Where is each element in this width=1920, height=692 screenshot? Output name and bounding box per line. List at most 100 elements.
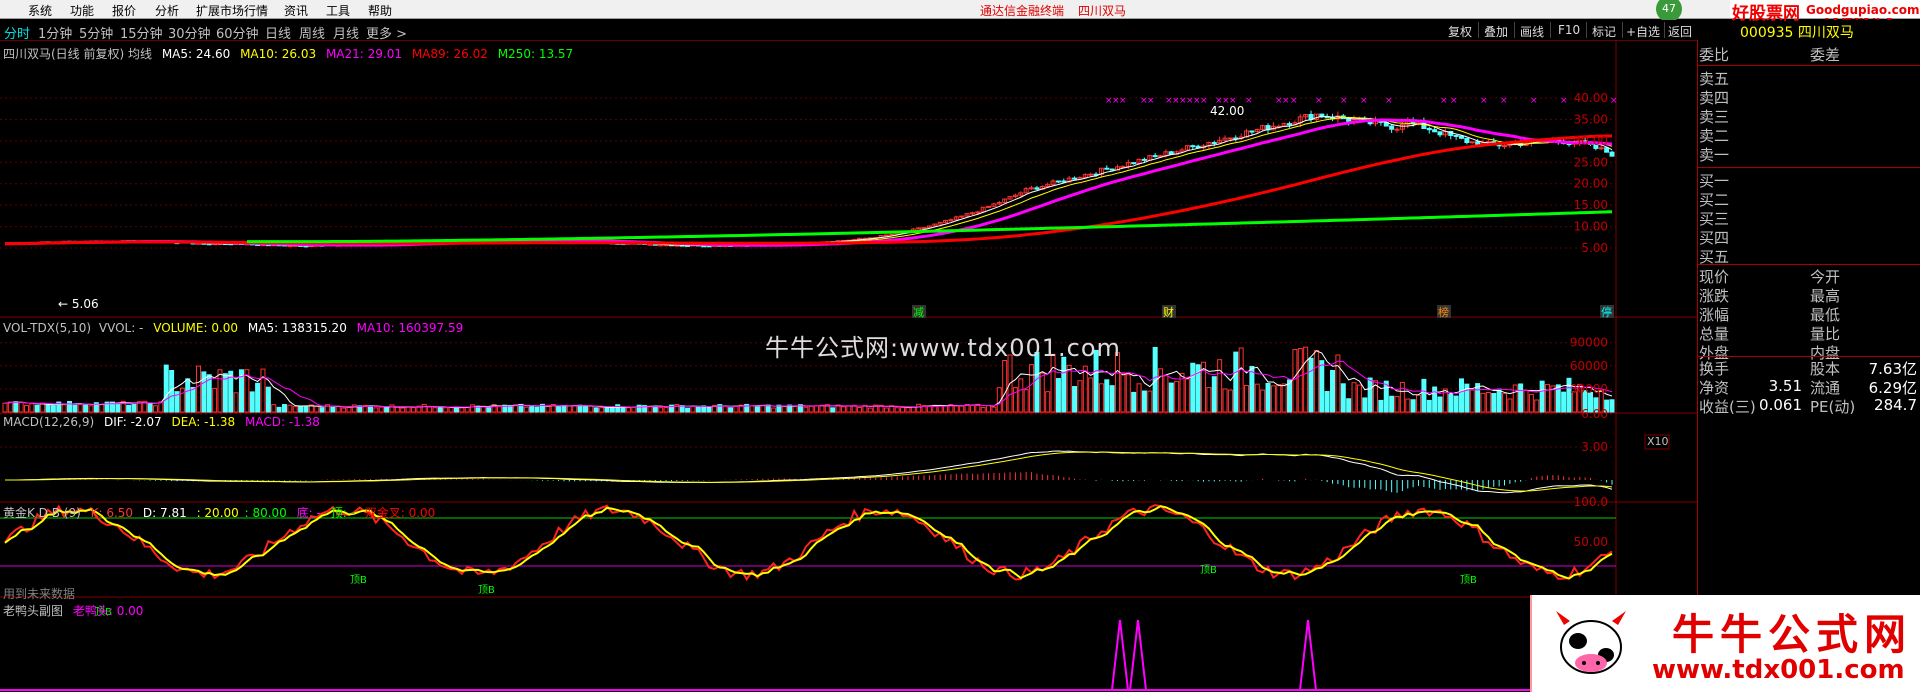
volume-bar: [1367, 377, 1373, 413]
chart-area[interactable]: 42.00← 5.06× × × × × × × × × × × × × × × × × × × × × × × × × × × × ×…: [0, 40, 1697, 692]
volume-bar: [695, 406, 701, 413]
promo-stock-name[interactable]: 四川双马: [1078, 2, 1126, 19]
volume-bar: [1324, 391, 1330, 413]
signal-marker: ×: [1119, 96, 1127, 106]
volume-bar: [341, 407, 347, 413]
volume-bar: [330, 406, 336, 413]
line20-label: : 20.00: [196, 506, 239, 520]
volume-bar: [1217, 359, 1223, 413]
k-label: K: 6.50: [90, 506, 134, 520]
stat-row-0-label2: 股本: [1810, 360, 1841, 378]
main-y-tick: 15.00: [1574, 198, 1608, 212]
menu-info[interactable]: 资讯: [284, 2, 308, 19]
volume-bar: [631, 406, 637, 413]
mark-button[interactable]: 标记: [1592, 23, 1616, 40]
volume-bar: [319, 407, 325, 413]
signal-marker: ×: [1530, 96, 1538, 106]
signal-marker: ×: [1610, 96, 1618, 106]
candle-body: [1287, 123, 1293, 126]
candlestick-chart[interactable]: 42.00← 5.06× × × × × × × × × × × × × × × × × × × × × × × × × × × × ×…: [4, 96, 1618, 319]
f10-button[interactable]: F10: [1558, 23, 1580, 37]
candle-body: [1088, 173, 1094, 176]
vol-y-tick: 90000: [1570, 336, 1608, 350]
menu-help[interactable]: 帮助: [368, 2, 392, 19]
volume-bar: [1416, 394, 1422, 413]
menu-function[interactable]: 功能: [70, 2, 94, 19]
candle-body: [1469, 141, 1475, 144]
overlay-button[interactable]: 叠加: [1484, 23, 1508, 40]
volume-bar: [394, 406, 400, 413]
buy-level-4-label: 买四: [1699, 229, 1730, 247]
back-button[interactable]: 返回: [1668, 23, 1692, 40]
adjust-button[interactable]: 复权: [1448, 23, 1472, 40]
menu-system[interactable]: 系统: [28, 2, 52, 19]
signal-marker: ×: [1440, 96, 1448, 106]
stat-row-2: 收益(三) 0.061 PE(动) 284.7: [1698, 396, 1920, 416]
quote-row-3-label: 总量: [1699, 325, 1730, 343]
volume-bar: [1319, 360, 1325, 413]
stat-row-0: 换手 股本 7.63亿: [1698, 358, 1920, 378]
volume-bar: [733, 405, 739, 413]
corner-watermark: 牛牛公式网 www.tdx001.com: [1530, 595, 1920, 692]
signal-marker: ×: [1450, 96, 1458, 106]
volume-bar: [685, 407, 691, 413]
signal-marker: ×: [1200, 96, 1208, 106]
logo-domain: Goodgupiao.com: [1806, 3, 1920, 17]
candle-body: [1502, 145, 1508, 148]
volume-bar: [13, 401, 19, 413]
menu-tools[interactable]: 工具: [326, 2, 350, 19]
volume-bar: [281, 404, 287, 413]
volume-bar: [1389, 395, 1395, 413]
period-toolbar: 分时 1分钟 5分钟 15分钟 30分钟 60分钟 日线 周线 月线 更多 > …: [0, 20, 1697, 42]
quote-row-2: 涨幅 最低: [1698, 304, 1920, 324]
volume-bar: [1480, 392, 1486, 413]
buy-level-3-label: 买三: [1699, 210, 1730, 228]
volume-bar: [830, 407, 836, 413]
ma21-label: MA21: 29.01: [325, 47, 402, 61]
sell-level-2-label: 卖二: [1699, 127, 1730, 145]
kdj-chart[interactable]: 顶B顶B顶B顶B顶B: [0, 504, 1616, 618]
volume-bar: [1609, 399, 1615, 413]
main-y-tick: 20.00: [1574, 177, 1608, 191]
volume-bar: [1351, 382, 1357, 413]
volume-bar: [152, 405, 158, 413]
volume-bar: [754, 405, 760, 413]
volume-bar: [1485, 392, 1491, 413]
wei-row: 委比 委差: [1698, 44, 1920, 64]
candle-body: [287, 245, 293, 248]
volume-bar: [314, 405, 320, 413]
volume-bar: [448, 406, 454, 413]
add-watchlist-button[interactable]: +自选: [1626, 23, 1660, 40]
kdj-y-tick: 50.00: [1574, 535, 1608, 549]
volume-bar: [1432, 386, 1438, 413]
promo-terminal[interactable]: 通达信金融终端: [980, 2, 1064, 19]
volume-bar: [400, 407, 406, 413]
stat-row-2-label2: PE(动): [1810, 398, 1856, 416]
buy-level-1: 买一: [1698, 170, 1920, 190]
duck-head-chart[interactable]: [0, 619, 1616, 691]
volume-bar: [604, 406, 610, 413]
volume-bar: [77, 403, 83, 413]
logo-box: 好股票网 Goodgupiao.com: [1730, 0, 1920, 24]
sell-level-5-label: 卖五: [1699, 70, 1730, 88]
volume-bar: [1184, 378, 1190, 413]
stat-row-0-value2: 7.63亿: [1868, 360, 1917, 378]
volume-bar: [1405, 398, 1411, 413]
macd-chart[interactable]: [4, 450, 1613, 494]
weibi-label: 委比: [1699, 46, 1730, 64]
draw-line-button[interactable]: 画线: [1520, 23, 1544, 40]
menu-extended-market[interactable]: 扩展市场行情: [196, 2, 268, 19]
sell-level-3: 卖三: [1698, 106, 1920, 126]
volume-bar: [88, 405, 94, 413]
main-chart-title: 四川双马(日线 前复权) 均线: [3, 47, 152, 61]
menu-analysis[interactable]: 分析: [155, 2, 179, 19]
menu-quote[interactable]: 报价: [112, 2, 136, 19]
quote-row-2-label: 涨幅: [1699, 306, 1730, 324]
signal-marker: ×: [1340, 96, 1348, 106]
volume-bar: [1211, 376, 1217, 413]
volume-bar: [1437, 396, 1443, 413]
volume-bar: [1018, 378, 1024, 413]
volume-bar: [625, 407, 631, 413]
volume-bar: [1222, 388, 1228, 413]
low-price-label: ← 5.06: [58, 297, 99, 311]
